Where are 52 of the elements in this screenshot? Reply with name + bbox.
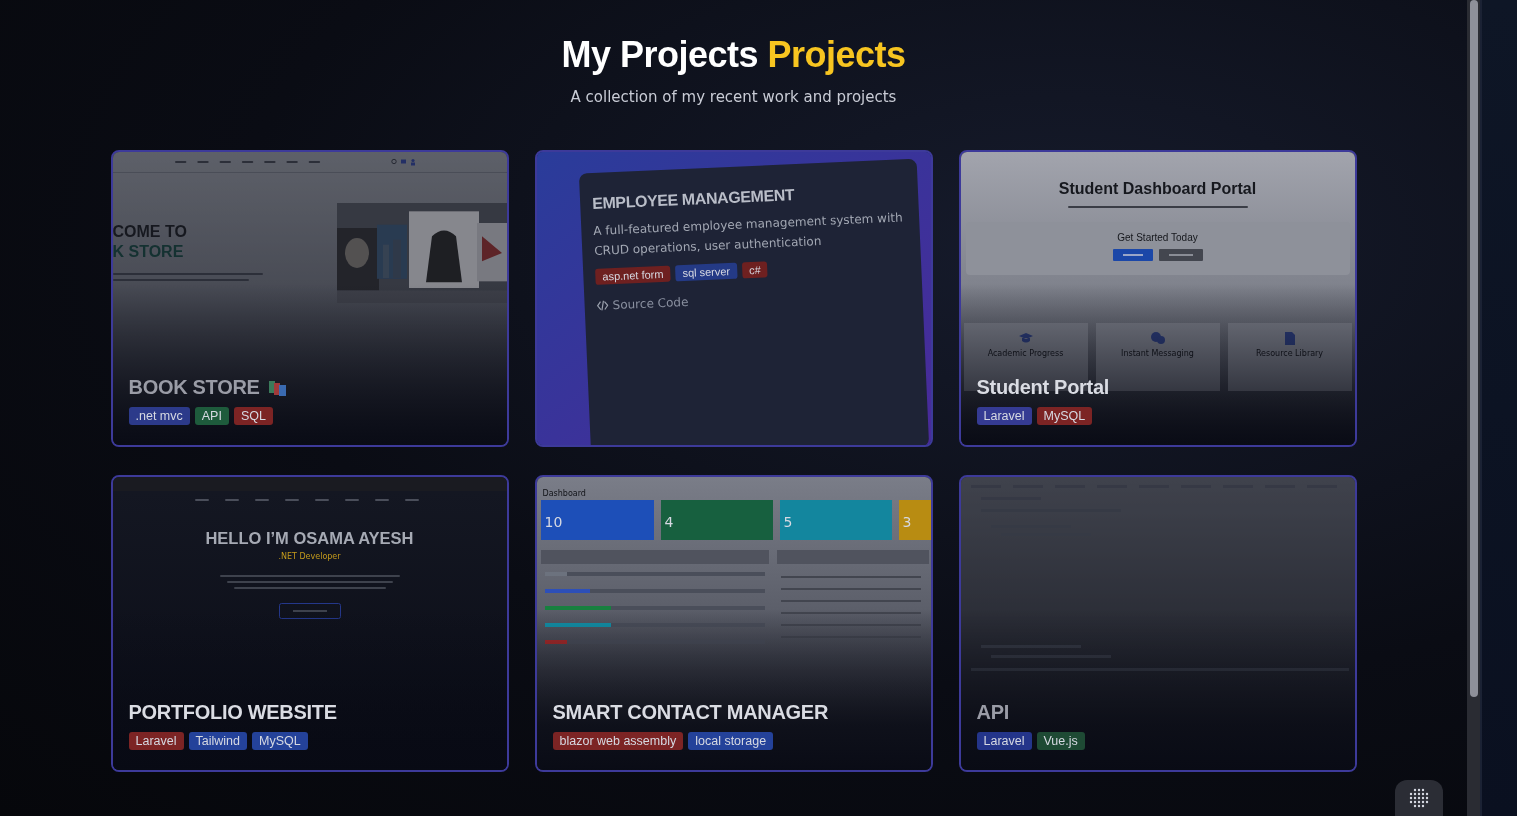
project-title: SMART CONTACT MANAGER xyxy=(552,701,829,724)
project-card[interactable]: API Laravel Vue.js xyxy=(958,475,1357,772)
project-title: API xyxy=(976,701,1009,724)
tech-tag: MySQL xyxy=(251,732,308,750)
tech-tag: MySQL xyxy=(1036,407,1093,425)
portal-title: Student Dashboard Portal xyxy=(1058,180,1257,198)
scrollbar-thumb[interactable] xyxy=(1469,0,1478,697)
cta-heading: Get Started Today xyxy=(1117,232,1198,243)
scrollbar[interactable] xyxy=(1467,0,1480,816)
hero-heading: K STORE xyxy=(112,243,185,261)
tech-tag: Laravel xyxy=(976,407,1032,425)
tech-tag: c# xyxy=(741,261,768,279)
dashboard-heading: Dashboard xyxy=(542,489,587,498)
stat-value: 5 xyxy=(783,514,794,530)
feature-title: Academic Progress xyxy=(987,349,1064,358)
feature-title: Resource Library xyxy=(1255,349,1324,358)
project-title: BOOK STORE xyxy=(128,376,260,399)
chat-bubbles-icon xyxy=(1149,331,1166,345)
tech-tag: local storage xyxy=(688,732,774,750)
chat-button[interactable] xyxy=(1395,780,1443,816)
project-card[interactable]: COME TO K STORE BOOK STORE .net mvc API SQL xyxy=(110,150,509,447)
tech-tag: Laravel xyxy=(128,732,184,750)
outline-button-drawing xyxy=(278,603,341,619)
tech-tag: sql server xyxy=(674,262,737,282)
tech-tag: API xyxy=(194,407,229,425)
tech-tag: asp.net form xyxy=(594,265,671,285)
tech-tag: blazor web assembly xyxy=(552,732,684,750)
tech-tag: Vue.js xyxy=(1036,732,1085,750)
stat-value: 10 xyxy=(544,514,564,530)
project-title: PORTFOLIO WEBSITE xyxy=(128,701,337,724)
tech-tag: Laravel xyxy=(976,732,1032,750)
stat-value: 3 xyxy=(902,514,913,530)
project-card[interactable]: Student Dashboard Portal Get Started Today Academic Progress Instant Messaging Resource Library Student Portal Laravel MySQL xyxy=(958,150,1357,447)
project-card[interactable]: EMPLOYEE MANAGEMENT A full-featured employee management system with CRUD operations, user authentication asp.net form sql server c# Source Code xyxy=(534,150,933,447)
source-code-link[interactable]: Source Code xyxy=(595,294,689,313)
tech-tag: Tailwind xyxy=(188,732,247,750)
code-icon xyxy=(595,300,609,311)
tech-tag: .net mvc xyxy=(128,407,190,425)
dots-icon xyxy=(1409,788,1429,808)
role-text: .NET Developer xyxy=(278,552,341,561)
project-card[interactable]: Dashboard 10 4 5 3 SMART CONTACT MANAGER blazor web assembly local storage xyxy=(534,475,933,772)
section-subtitle: A collection of my recent work and projects xyxy=(569,88,898,106)
project-card[interactable]: HELLO I’M OSAMA AYESH .NET Developer PORTFOLIO WEBSITE Laravel Tailwind MySQL xyxy=(110,475,509,772)
tech-tag: SQL xyxy=(233,407,273,425)
feature-title: Instant Messaging xyxy=(1121,349,1194,358)
section-title: My Projects Projects xyxy=(561,34,906,76)
stat-value: 4 xyxy=(664,514,675,530)
hero-heading: COME TO xyxy=(112,223,188,241)
books-icon xyxy=(267,378,288,397)
hero-heading: HELLO I’M OSAMA AYESH xyxy=(205,529,414,548)
graduation-cap-icon xyxy=(1017,331,1034,345)
project-title: Student Portal xyxy=(976,376,1109,399)
